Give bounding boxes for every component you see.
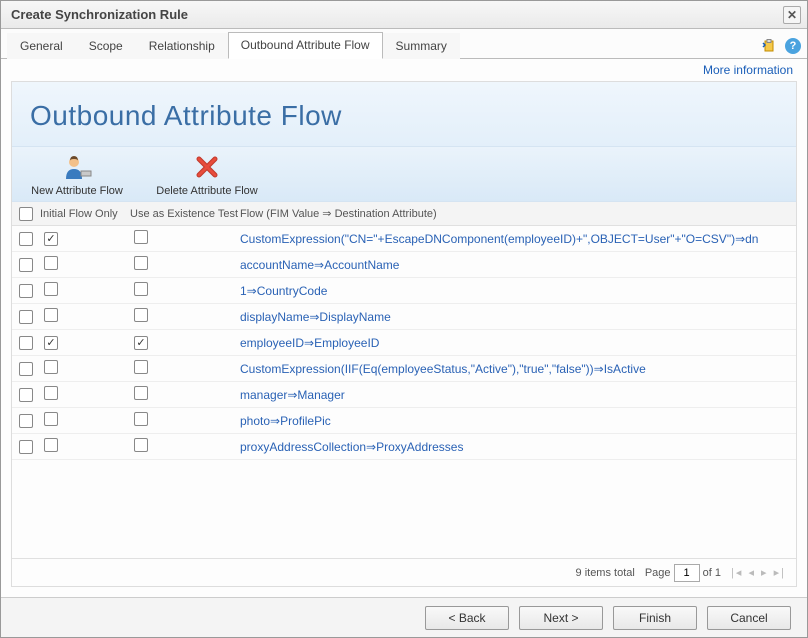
table-row[interactable]: accountName⇒AccountName	[12, 252, 796, 278]
existence-test-checkbox[interactable]	[134, 386, 148, 400]
initial-flow-only-checkbox[interactable]	[44, 282, 58, 296]
panel-header: Outbound Attribute Flow	[12, 82, 796, 146]
grid-header: Initial Flow Only Use as Existence Test …	[12, 202, 796, 226]
row-select-checkbox[interactable]	[19, 440, 33, 454]
cancel-button[interactable]: Cancel	[707, 606, 791, 630]
pager: 9 items total Page of 1 |◂ ◂ ▸ ▸|	[12, 558, 796, 586]
clipboard-icon[interactable]	[761, 38, 777, 54]
panel-title: Outbound Attribute Flow	[30, 100, 778, 132]
col-header-existence-test[interactable]: Use as Existence Test	[130, 208, 240, 220]
existence-test-checkbox[interactable]	[134, 282, 148, 296]
row-select-checkbox[interactable]	[19, 258, 33, 272]
row-select-checkbox[interactable]	[19, 284, 33, 298]
delete-attribute-flow-label: Delete Attribute Flow	[142, 185, 272, 197]
initial-flow-only-checkbox[interactable]	[44, 336, 58, 350]
existence-test-checkbox[interactable]	[134, 336, 148, 350]
row-select-checkbox[interactable]	[19, 310, 33, 324]
table-row[interactable]: proxyAddressCollection⇒ProxyAddresses	[12, 434, 796, 460]
table-row[interactable]: CustomExpression("CN="+EscapeDNComponent…	[12, 226, 796, 252]
flow-expression-link[interactable]: accountName⇒AccountName	[240, 258, 796, 272]
row-select-checkbox[interactable]	[19, 388, 33, 402]
flow-expression-link[interactable]: photo⇒ProfilePic	[240, 414, 796, 428]
tab-relationship[interactable]: Relationship	[136, 33, 228, 59]
new-attribute-flow-button[interactable]: New Attribute Flow	[12, 153, 142, 197]
title-bar: Create Synchronization Rule ✕	[1, 1, 807, 29]
flow-expression-link[interactable]: CustomExpression(IIF(Eq(employeeStatus,"…	[240, 362, 796, 376]
pager-page-label: Page	[645, 567, 671, 579]
dialog-footer: < Back Next > Finish Cancel	[1, 597, 807, 637]
tab-bar: GeneralScopeRelationshipOutbound Attribu…	[1, 29, 807, 59]
existence-test-checkbox[interactable]	[134, 438, 148, 452]
help-icon[interactable]: ?	[785, 38, 801, 54]
close-icon: ✕	[787, 8, 797, 22]
flow-expression-link[interactable]: CustomExpression("CN="+EscapeDNComponent…	[240, 232, 796, 246]
existence-test-checkbox[interactable]	[134, 412, 148, 426]
initial-flow-only-checkbox[interactable]	[44, 256, 58, 270]
flow-expression-link[interactable]: 1⇒CountryCode	[240, 284, 796, 298]
grid-body: CustomExpression("CN="+EscapeDNComponent…	[12, 226, 796, 460]
pager-total: 9 items total	[576, 567, 635, 579]
pager-of-text: of 1	[703, 567, 721, 579]
close-button[interactable]: ✕	[783, 6, 801, 24]
dialog-window: Create Synchronization Rule ✕ GeneralSco…	[0, 0, 808, 638]
panel-toolbar: New Attribute Flow Delete Attribute Flow	[12, 146, 796, 202]
initial-flow-only-checkbox[interactable]	[44, 438, 58, 452]
initial-flow-only-checkbox[interactable]	[44, 232, 58, 246]
row-select-checkbox[interactable]	[19, 414, 33, 428]
flow-expression-link[interactable]: displayName⇒DisplayName	[240, 310, 796, 324]
delete-x-icon	[191, 153, 223, 181]
row-select-checkbox[interactable]	[19, 336, 33, 350]
table-row[interactable]: photo⇒ProfilePic	[12, 408, 796, 434]
initial-flow-only-checkbox[interactable]	[44, 386, 58, 400]
row-select-checkbox[interactable]	[19, 232, 33, 246]
new-attribute-flow-label: New Attribute Flow	[12, 185, 142, 197]
existence-test-checkbox[interactable]	[134, 256, 148, 270]
user-add-icon	[61, 153, 93, 181]
flow-expression-link[interactable]: employeeID⇒EmployeeID	[240, 336, 796, 350]
content-area: Outbound Attribute Flow New Attribute Fl…	[1, 77, 807, 597]
row-select-checkbox[interactable]	[19, 362, 33, 376]
tab-general[interactable]: General	[7, 33, 76, 59]
table-row[interactable]: manager⇒Manager	[12, 382, 796, 408]
tab-outbound-attribute-flow[interactable]: Outbound Attribute Flow	[228, 32, 383, 59]
dialog-title: Create Synchronization Rule	[11, 7, 188, 22]
tab-bar-icons: ?	[761, 38, 801, 58]
flow-expression-link[interactable]: manager⇒Manager	[240, 388, 796, 402]
more-information-link[interactable]: More information	[1, 59, 807, 77]
tab-summary[interactable]: Summary	[383, 33, 460, 59]
table-row[interactable]: CustomExpression(IIF(Eq(employeeStatus,"…	[12, 356, 796, 382]
existence-test-checkbox[interactable]	[134, 230, 148, 244]
initial-flow-only-checkbox[interactable]	[44, 308, 58, 322]
next-button[interactable]: Next >	[519, 606, 603, 630]
col-header-flow[interactable]: Flow (FIM Value ⇒ Destination Attribute)	[240, 207, 796, 220]
existence-test-checkbox[interactable]	[134, 308, 148, 322]
back-button[interactable]: < Back	[425, 606, 509, 630]
select-all-checkbox[interactable]	[19, 207, 33, 221]
initial-flow-only-checkbox[interactable]	[44, 360, 58, 374]
table-row[interactable]: displayName⇒DisplayName	[12, 304, 796, 330]
pager-page-input[interactable]	[674, 564, 700, 582]
tab-scope[interactable]: Scope	[76, 33, 136, 59]
pager-nav-buttons[interactable]: |◂ ◂ ▸ ▸|	[731, 566, 786, 579]
flow-expression-link[interactable]: proxyAddressCollection⇒ProxyAddresses	[240, 440, 796, 454]
initial-flow-only-checkbox[interactable]	[44, 412, 58, 426]
delete-attribute-flow-button[interactable]: Delete Attribute Flow	[142, 153, 272, 197]
col-header-initial-flow[interactable]: Initial Flow Only	[40, 208, 130, 220]
table-row[interactable]: employeeID⇒EmployeeID	[12, 330, 796, 356]
finish-button[interactable]: Finish	[613, 606, 697, 630]
table-row[interactable]: 1⇒CountryCode	[12, 278, 796, 304]
attribute-flow-panel: Outbound Attribute Flow New Attribute Fl…	[11, 81, 797, 587]
existence-test-checkbox[interactable]	[134, 360, 148, 374]
